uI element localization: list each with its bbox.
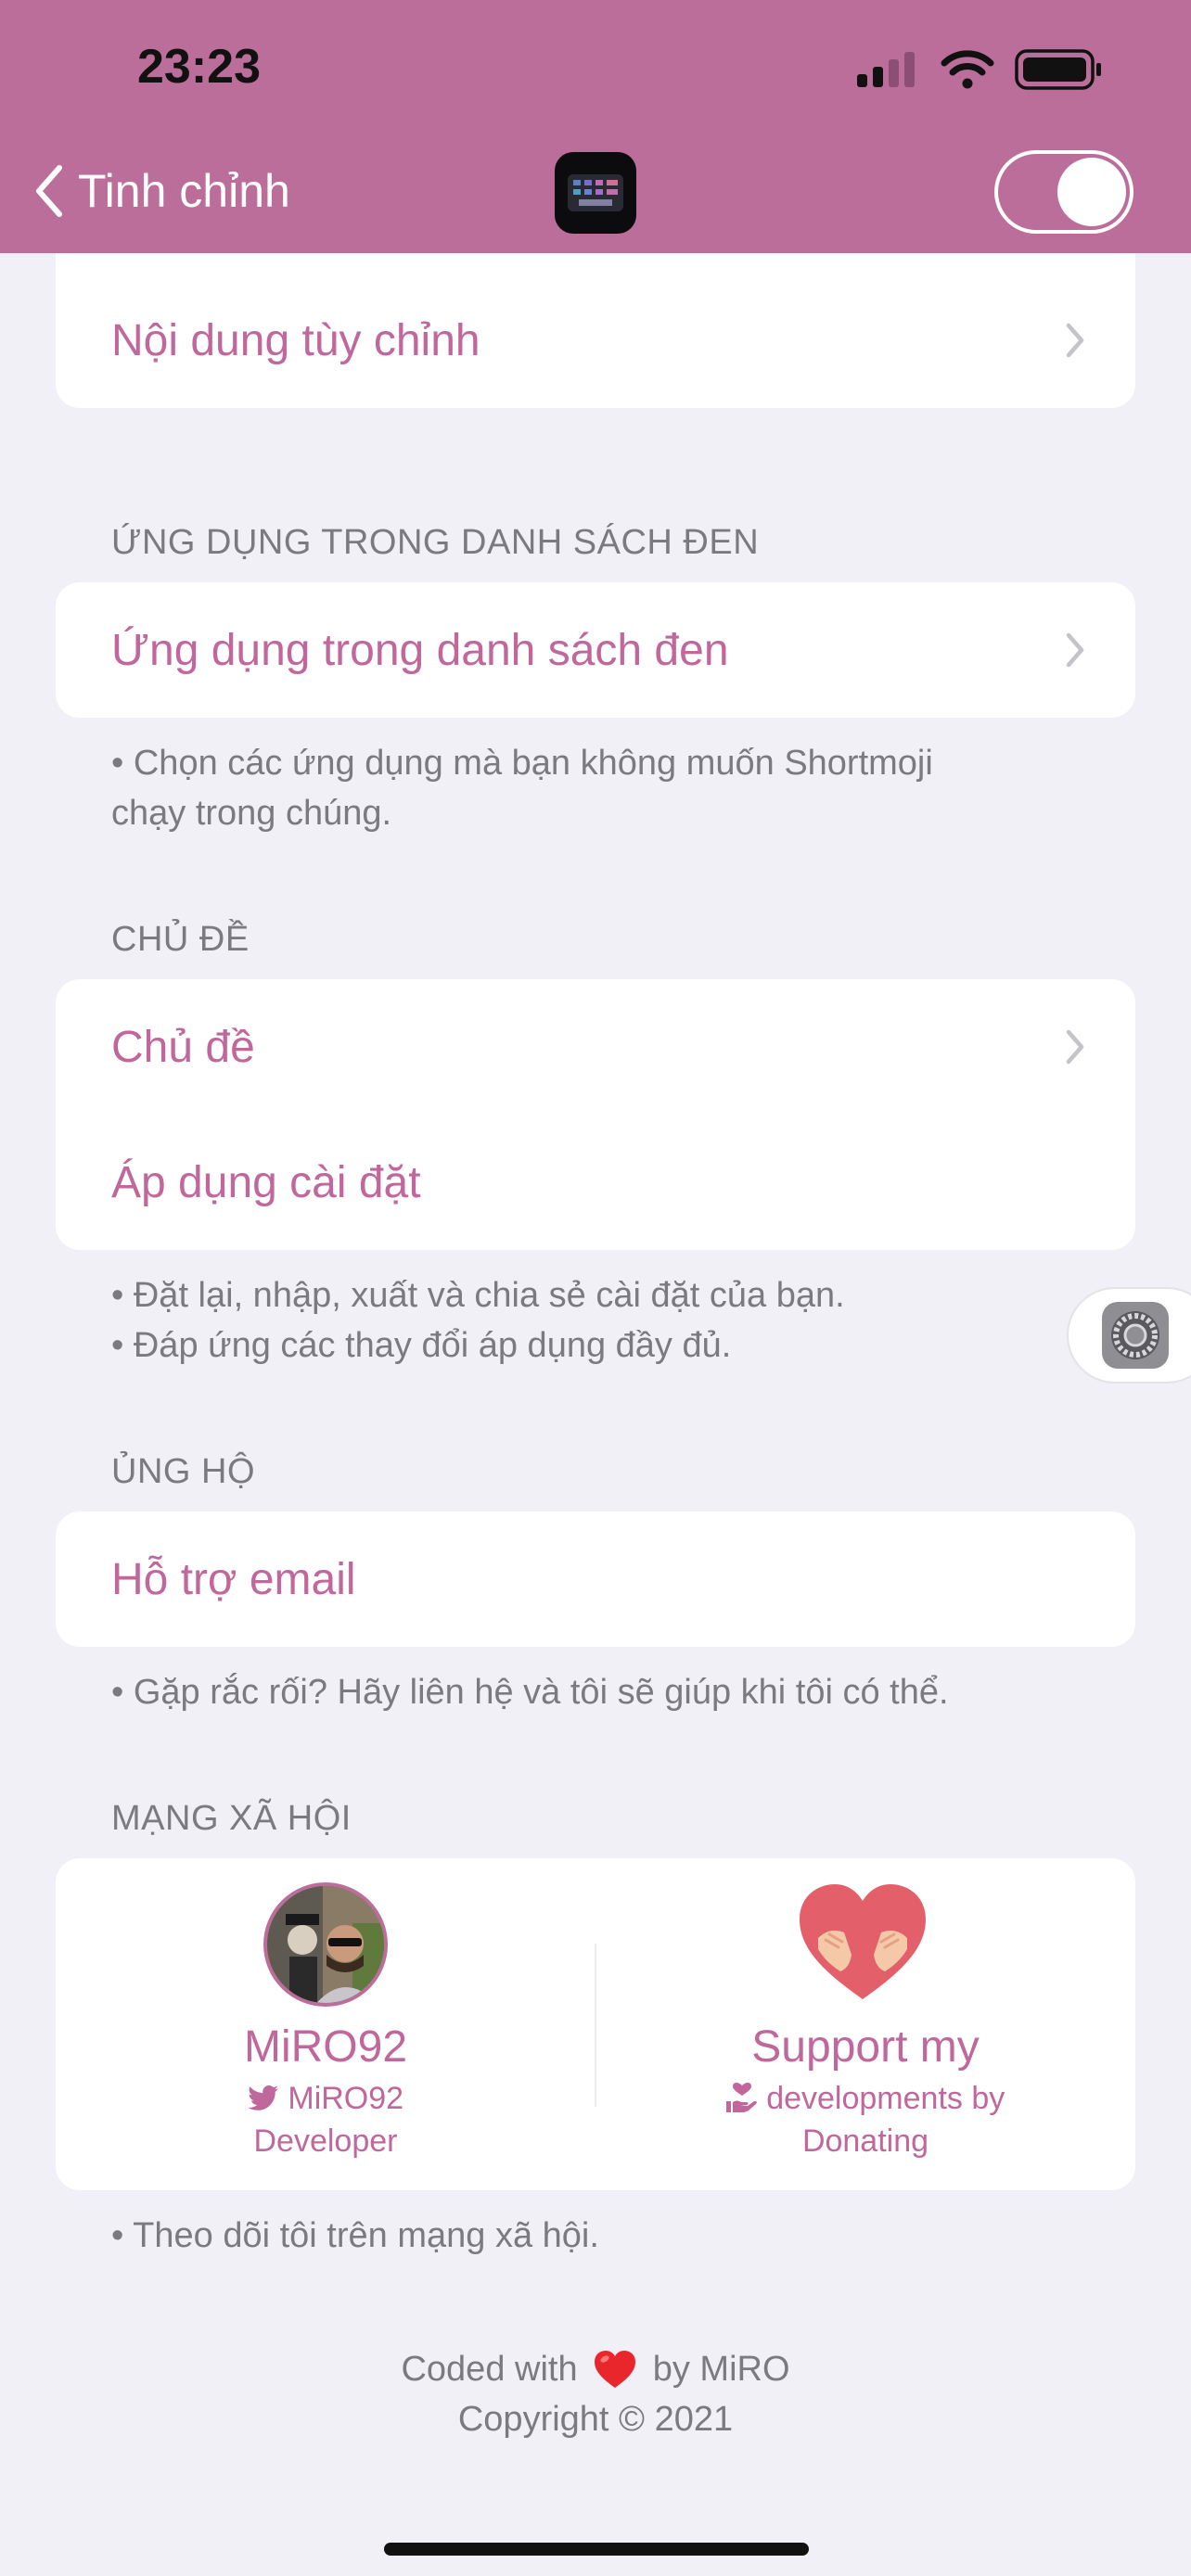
developer-role: Developer <box>253 2123 398 2159</box>
developer-handle: MiRO92 <box>288 2081 404 2116</box>
status-time: 23:23 <box>137 40 261 94</box>
navigation-header: 23:23 Tinh chỉnh <box>0 0 1191 253</box>
blacklist-note: • Chọn các ứng dụng mà bạn không muốn Sh… <box>111 738 1039 838</box>
back-button[interactable]: Tinh chỉnh <box>33 158 290 224</box>
donate-link[interactable]: Support my developments by Donating <box>596 1858 1135 2190</box>
theme-note: • Đặt lại, nhập, xuất và chia sẻ cài đặt… <box>111 1270 1039 1371</box>
developer-name: MiRO92 <box>243 2022 408 2072</box>
theme-row[interactable]: Chủ đề <box>56 979 1135 1115</box>
blacklist-card: Ứng dụng trong danh sách đen <box>56 582 1135 718</box>
apply-settings-label: Áp dụng cài đặt <box>111 1157 421 1207</box>
donate-line2: Donating <box>801 2123 929 2159</box>
assistive-touch-button[interactable] <box>1067 1287 1191 1384</box>
chevron-right-icon <box>1066 632 1084 668</box>
twitter-icon <box>248 2085 278 2111</box>
blacklist-apps-row[interactable]: Ứng dụng trong danh sách đen <box>56 582 1135 718</box>
settings-gear-icon <box>1102 1302 1169 1369</box>
support-card: Hỗ trợ email <box>56 1511 1135 1647</box>
developer-profile[interactable]: MiRO92 MiRO92 Developer <box>56 1858 596 2190</box>
theme-note-line2: • Đáp ứng các thay đổi áp dụng đầy đủ. <box>111 1326 732 1365</box>
cellular-signal-icon <box>857 52 915 87</box>
support-note: • Gặp rắc rối? Hãy liên hệ và tôi sẽ giú… <box>111 1673 949 1712</box>
blacklist-note-line2: chạy trong chúng. <box>111 794 392 833</box>
apply-settings-row[interactable]: Áp dụng cài đặt <box>56 1115 1135 1250</box>
hand-holding-heart-icon <box>725 2083 757 2112</box>
back-label: Tinh chỉnh <box>78 165 290 217</box>
email-support-label: Hỗ trợ email <box>111 1554 356 1604</box>
custom-content-label: Nội dung tùy chỉnh <box>111 315 480 365</box>
social-note: • Theo dõi tôi trên mạng xã hội. <box>111 2216 599 2255</box>
developer-avatar <box>263 1882 388 2007</box>
toggle-knob <box>1057 158 1126 226</box>
chevron-right-icon <box>1066 323 1084 358</box>
donate-line1: developments by <box>766 2081 1005 2116</box>
section-title-blacklist: ỨNG DỤNG TRONG DANH SÁCH ĐEN <box>111 523 760 562</box>
heart-icon <box>595 2351 636 2388</box>
enable-toggle[interactable] <box>994 150 1133 234</box>
donate-title: Support my <box>751 2022 980 2072</box>
theme-label: Chủ đề <box>111 1022 255 1072</box>
copyright: Copyright © 2021 <box>457 2400 734 2439</box>
blacklist-apps-label: Ứng dụng trong danh sách đen <box>111 625 729 675</box>
section-title-theme: CHỦ ĐỀ <box>111 920 250 959</box>
section-title-support: ỦNG HỘ <box>111 1452 255 1491</box>
donate-info: developments by Donating <box>596 2077 1135 2162</box>
heart-hands-icon <box>800 1884 926 1999</box>
wifi-icon <box>941 50 994 89</box>
home-indicator <box>384 2543 809 2556</box>
chevron-right-icon <box>1066 1029 1084 1065</box>
footer: Coded with by MiRO Copyright © 2021 <box>0 2344 1191 2444</box>
theme-card: Chủ đề Áp dụng cài đặt <box>56 979 1135 1250</box>
coded-prefix: Coded with <box>401 2350 578 2389</box>
blacklist-note-line1: • Chọn các ứng dụng mà bạn không muốn Sh… <box>111 744 933 783</box>
battery-icon <box>1015 49 1101 90</box>
email-support-row[interactable]: Hỗ trợ email <box>56 1511 1135 1647</box>
theme-note-line1: • Đặt lại, nhập, xuất và chia sẻ cài đặt… <box>111 1276 845 1315</box>
social-card: MiRO92 MiRO92 Developer Support my devel… <box>56 1858 1135 2190</box>
developer-info: MiRO92 Developer <box>56 2077 596 2162</box>
chevron-left-icon <box>36 165 62 217</box>
app-keyboard-icon <box>555 152 636 234</box>
section-title-social: MẠNG XÃ HỘI <box>111 1799 352 1838</box>
coded-with-line: Coded with by MiRO <box>0 2344 1191 2394</box>
coded-suffix: by MiRO <box>652 2350 790 2389</box>
custom-content-row[interactable]: Nội dung tùy chỉnh <box>56 273 1135 408</box>
